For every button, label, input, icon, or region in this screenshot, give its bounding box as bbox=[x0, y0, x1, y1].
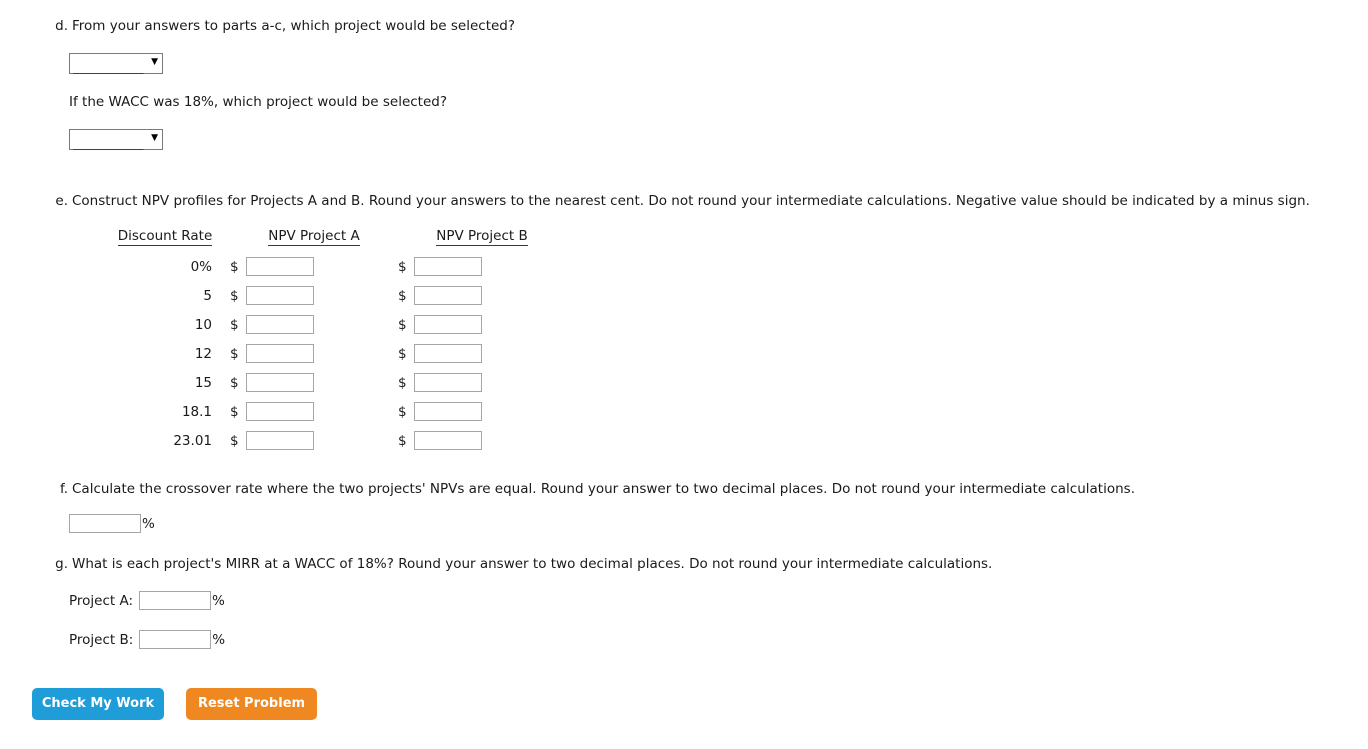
header-npv-project-a: NPV Project A bbox=[268, 228, 360, 246]
dropdown-2-value: __________ bbox=[73, 135, 144, 150]
table-row: 15 $ $ bbox=[100, 368, 566, 397]
discount-rate-cell: 0% bbox=[190, 258, 212, 275]
npv-project-b-input[interactable] bbox=[414, 402, 482, 421]
part-d-question: d. From your answers to parts a-c, which … bbox=[50, 17, 515, 35]
npv-table: Discount Rate NPV Project A NPV Project … bbox=[100, 228, 566, 455]
npv-project-a-input[interactable] bbox=[246, 344, 314, 363]
npv-project-b-cell: $ bbox=[398, 426, 566, 455]
dollar-sign-icon: $ bbox=[398, 432, 407, 449]
table-row: 10 $ $ bbox=[100, 310, 566, 339]
reset-problem-button[interactable]: Reset Problem bbox=[186, 688, 317, 720]
project-a-percent-label: % bbox=[212, 592, 225, 609]
part-d-followup-text: If the WACC was 18%, which project would… bbox=[69, 94, 447, 110]
discount-rate-cell: 18.1 bbox=[181, 403, 212, 420]
project-selection-dropdown-1[interactable]: __________ ▼ bbox=[69, 53, 163, 74]
npv-project-b-input[interactable] bbox=[414, 257, 482, 276]
project-selection-dropdown-2[interactable]: __________ ▼ bbox=[69, 129, 163, 150]
problem-page: d. From your answers to parts a-c, which … bbox=[0, 0, 1368, 749]
npv-project-b-cell: $ bbox=[398, 397, 566, 426]
npv-project-b-cell: $ bbox=[398, 281, 566, 310]
npv-project-b-cell: $ bbox=[398, 339, 566, 368]
npv-project-b-cell: $ bbox=[398, 310, 566, 339]
npv-project-b-cell: $ bbox=[398, 368, 566, 397]
part-g-letter: g. bbox=[55, 556, 68, 572]
npv-project-a-cell: $ bbox=[230, 397, 398, 426]
part-e-question-text: Construct NPV profiles for Projects A an… bbox=[72, 193, 1310, 209]
part-g-question-text: What is each project's MIRR at a WACC of… bbox=[72, 556, 993, 572]
table-row: 12 $ $ bbox=[100, 339, 566, 368]
check-my-work-button[interactable]: Check My Work bbox=[32, 688, 164, 720]
dollar-sign-icon: $ bbox=[398, 316, 407, 333]
mirr-project-a-row: Project A: % bbox=[69, 591, 225, 610]
npv-project-a-cell: $ bbox=[230, 368, 398, 397]
part-d-followup-question: If the WACC was 18%, which project would… bbox=[69, 93, 447, 111]
dollar-sign-icon: $ bbox=[230, 403, 239, 420]
npv-project-b-cell: $ bbox=[398, 252, 566, 281]
part-e-letter: e. bbox=[55, 193, 68, 209]
project-b-label: Project B: bbox=[69, 631, 134, 648]
discount-rate-cell: 23.01 bbox=[173, 432, 212, 449]
dropdown-1-value: __________ bbox=[73, 59, 144, 74]
dollar-sign-icon: $ bbox=[230, 258, 239, 275]
crossover-rate-percent-label: % bbox=[142, 515, 155, 532]
npv-project-b-input[interactable] bbox=[414, 315, 482, 334]
npv-profile-table: Discount Rate NPV Project A NPV Project … bbox=[100, 228, 566, 455]
npv-project-a-cell: $ bbox=[230, 426, 398, 455]
mirr-project-b-row: Project B: % bbox=[69, 630, 225, 649]
npv-project-a-input[interactable] bbox=[246, 402, 314, 421]
dollar-sign-icon: $ bbox=[230, 432, 239, 449]
npv-project-b-input[interactable] bbox=[414, 344, 482, 363]
discount-rate-cell: 5 bbox=[203, 287, 212, 304]
dollar-sign-icon: $ bbox=[398, 287, 407, 304]
chevron-down-icon: ▼ bbox=[151, 133, 158, 143]
dollar-sign-icon: $ bbox=[398, 258, 407, 275]
part-d-question-text: From your answers to parts a-c, which pr… bbox=[72, 18, 516, 34]
project-a-label: Project A: bbox=[69, 592, 134, 609]
part-f-question: f. Calculate the crossover rate where the… bbox=[50, 480, 1135, 498]
table-row: 18.1 $ $ bbox=[100, 397, 566, 426]
dollar-sign-icon: $ bbox=[398, 374, 407, 391]
npv-project-a-input[interactable] bbox=[246, 286, 314, 305]
dollar-sign-icon: $ bbox=[230, 345, 239, 362]
part-f-question-text: Calculate the crossover rate where the t… bbox=[72, 481, 1135, 497]
part-g-question: g. What is each project's MIRR at a WACC … bbox=[50, 555, 992, 573]
table-header-row: Discount Rate NPV Project A NPV Project … bbox=[100, 228, 566, 252]
discount-rate-cell: 15 bbox=[194, 374, 212, 391]
npv-project-a-cell: $ bbox=[230, 310, 398, 339]
dollar-sign-icon: $ bbox=[398, 345, 407, 362]
part-f-letter: f. bbox=[59, 481, 68, 497]
dollar-sign-icon: $ bbox=[230, 287, 239, 304]
mirr-project-b-input[interactable] bbox=[139, 630, 212, 649]
part-d-letter: d. bbox=[55, 18, 68, 34]
discount-rate-cell: 12 bbox=[194, 345, 212, 362]
discount-rate-cell: 10 bbox=[194, 316, 212, 333]
mirr-project-a-input[interactable] bbox=[139, 591, 212, 610]
crossover-rate-input[interactable] bbox=[69, 514, 141, 533]
crossover-rate-answer-row: % bbox=[69, 514, 155, 533]
npv-project-a-input[interactable] bbox=[246, 431, 314, 450]
npv-project-b-input[interactable] bbox=[414, 431, 482, 450]
chevron-down-icon: ▼ bbox=[151, 57, 158, 67]
dollar-sign-icon: $ bbox=[230, 374, 239, 391]
table-row: 5 $ $ bbox=[100, 281, 566, 310]
dollar-sign-icon: $ bbox=[398, 403, 407, 420]
npv-project-a-input[interactable] bbox=[246, 257, 314, 276]
header-discount-rate: Discount Rate bbox=[117, 228, 213, 246]
npv-project-b-input[interactable] bbox=[414, 286, 482, 305]
table-row: 23.01 $ $ bbox=[100, 426, 566, 455]
npv-project-a-cell: $ bbox=[230, 252, 398, 281]
table-row: 0% $ $ bbox=[100, 252, 566, 281]
part-e-question: e. Construct NPV profiles for Projects A … bbox=[50, 192, 1310, 210]
npv-project-a-cell: $ bbox=[230, 281, 398, 310]
npv-project-a-input[interactable] bbox=[246, 315, 314, 334]
npv-project-a-input[interactable] bbox=[246, 373, 314, 392]
npv-project-a-cell: $ bbox=[230, 339, 398, 368]
npv-project-b-input[interactable] bbox=[414, 373, 482, 392]
dollar-sign-icon: $ bbox=[230, 316, 239, 333]
header-npv-project-b: NPV Project B bbox=[436, 228, 528, 246]
project-b-percent-label: % bbox=[212, 631, 226, 648]
